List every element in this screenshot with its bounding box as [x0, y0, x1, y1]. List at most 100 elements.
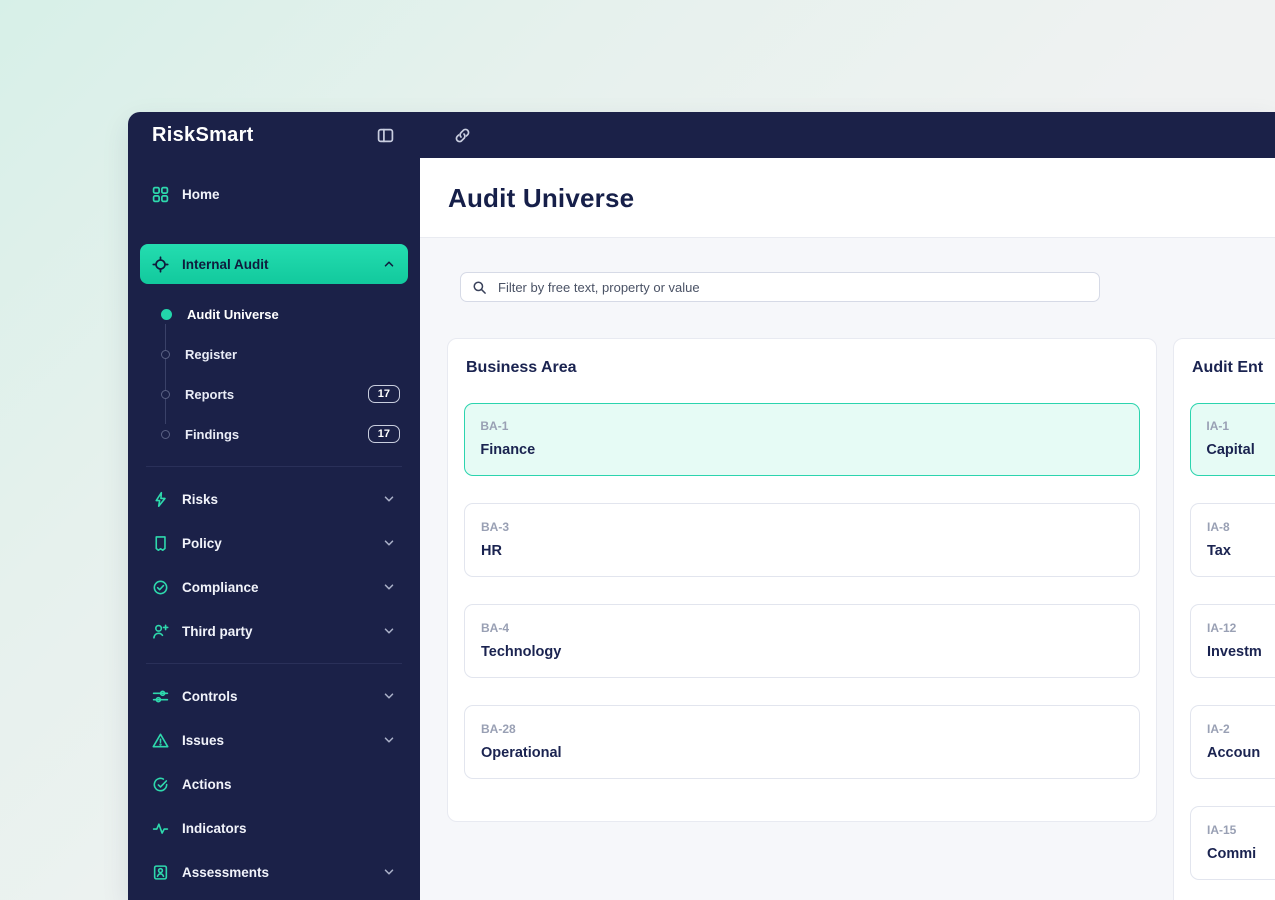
- kanban-columns: Business Area BA-1 Finance BA-3 HR BA-4 …: [447, 338, 1275, 900]
- sidebar-item-label: Policy: [182, 535, 222, 551]
- third-party-icon: [152, 623, 169, 640]
- sidebar-item-indicators[interactable]: Indicators: [140, 808, 408, 848]
- chevron-down-icon: [382, 865, 396, 879]
- chevron-down-icon: [382, 733, 396, 747]
- assessments-icon: [152, 864, 169, 881]
- compliance-icon: [152, 579, 169, 596]
- card-ba-3[interactable]: BA-3 HR: [464, 502, 1140, 577]
- card-ia-15[interactable]: IA-15 Commi: [1190, 805, 1275, 880]
- sidebar-item-assessments[interactable]: Assessments: [140, 852, 408, 892]
- sidebar-item-label: Actions: [182, 776, 232, 792]
- sidebar-subitem-reports[interactable]: Reports 17: [140, 374, 408, 414]
- sidebar-item-actions[interactable]: Actions: [140, 764, 408, 804]
- card-id: BA-3: [481, 519, 510, 534]
- count-badge: 17: [367, 425, 400, 443]
- sidebar-item-home[interactable]: Home: [140, 174, 408, 214]
- card-ba-4[interactable]: BA-4 Technology: [464, 603, 1140, 678]
- chevron-up-icon: [382, 257, 396, 271]
- page-title: Audit Universe: [448, 183, 635, 213]
- card-id: IA-2: [1207, 721, 1230, 736]
- policy-icon: [152, 535, 169, 552]
- sidebar-item-label: Home: [182, 186, 220, 202]
- card-name: Finance: [480, 442, 536, 459]
- main-panel: Audit Universe Business Area BA-1: [420, 158, 1275, 900]
- sidebar-item-label: Compliance: [182, 579, 259, 595]
- link-icon[interactable]: [454, 127, 471, 144]
- card-ia-12[interactable]: IA-12 Investm: [1190, 603, 1275, 678]
- chevron-down-icon: [382, 689, 396, 703]
- page-header: Audit Universe: [420, 158, 1275, 238]
- tree-dot-icon: [161, 389, 170, 399]
- sidebar-subitem-findings[interactable]: Findings 17: [140, 414, 408, 454]
- sidebar-item-issues[interactable]: Issues: [140, 720, 408, 760]
- card-name: Operational: [481, 744, 562, 761]
- card-name: HR: [481, 542, 502, 559]
- sidebar-item-compliance[interactable]: Compliance: [140, 567, 408, 607]
- count-badge: 17: [367, 385, 400, 403]
- chevron-down-icon: [382, 492, 396, 506]
- indicators-icon: [152, 820, 169, 837]
- sidebar-item-label: Issues: [182, 732, 225, 748]
- sidebar-item-label: Risks: [182, 491, 219, 507]
- card-ia-8[interactable]: IA-8 Tax: [1190, 502, 1275, 577]
- sidebar-item-policy[interactable]: Policy: [140, 523, 408, 563]
- sidebar: Home Internal Audit Audit Universe Regis…: [128, 158, 420, 900]
- sidebar-subitem-register[interactable]: Register: [140, 334, 408, 374]
- subitem-label: Reports: [185, 386, 235, 402]
- column-title: Business Area: [466, 359, 577, 376]
- sidebar-item-controls[interactable]: Controls: [140, 676, 408, 716]
- subitem-label: Audit Universe: [187, 306, 279, 322]
- card-id: IA-1: [1206, 419, 1230, 434]
- page-content: Business Area BA-1 Finance BA-3 HR BA-4 …: [420, 238, 1275, 900]
- card-id: IA-8: [1207, 519, 1230, 534]
- tree-dot-icon: [161, 429, 170, 439]
- search-icon: [472, 280, 487, 295]
- column-audit-entities: Audit Ent IA-1 Capital IA-8 Tax IA-12 In…: [1173, 338, 1275, 900]
- tree-dot-icon: [161, 349, 170, 359]
- issues-icon: [152, 732, 169, 749]
- sidebar-divider: [146, 663, 402, 664]
- card-ia-2[interactable]: IA-2 Accoun: [1190, 704, 1275, 779]
- card-name: Capital: [1206, 442, 1255, 459]
- card-name: Investm: [1207, 643, 1262, 660]
- sidebar-item-label: Controls: [182, 688, 238, 704]
- sidebar-item-label: Third party: [182, 623, 253, 639]
- sidebar-item-label: Assessments: [182, 864, 270, 880]
- card-name: Tax: [1207, 542, 1231, 559]
- card-id: BA-1: [480, 419, 509, 434]
- card-name: Technology: [481, 643, 562, 660]
- subitem-label: Register: [185, 346, 238, 362]
- sidebar-collapse-icon[interactable]: [377, 127, 394, 144]
- sidebar-item-internal-audit[interactable]: Internal Audit: [140, 244, 408, 284]
- topbar-left: RiskSmart: [128, 124, 420, 147]
- card-id: IA-12: [1207, 620, 1237, 635]
- column-title: Audit Ent: [1192, 359, 1264, 376]
- brand-logo: RiskSmart: [152, 123, 254, 146]
- sidebar-item-risks[interactable]: Risks: [140, 479, 408, 519]
- card-id: IA-15: [1207, 822, 1237, 837]
- home-icon: [152, 186, 169, 203]
- sidebar-subitem-audit-universe[interactable]: Audit Universe: [140, 294, 408, 334]
- app-window: RiskSmart Home Internal Audit Audit Univ…: [128, 112, 1275, 900]
- card-id: BA-28: [481, 721, 516, 736]
- sidebar-divider: [146, 466, 402, 467]
- subitem-label: Findings: [185, 426, 240, 442]
- filter-input[interactable]: [496, 278, 1088, 296]
- sidebar-item-label: Internal Audit: [182, 256, 269, 272]
- actions-icon: [152, 776, 169, 793]
- chevron-down-icon: [382, 580, 396, 594]
- sidebar-item-label: Indicators: [182, 820, 247, 836]
- card-name: Commi: [1207, 845, 1257, 862]
- sidebar-item-third-party[interactable]: Third party: [140, 611, 408, 651]
- chevron-down-icon: [382, 536, 396, 550]
- column-business-area: Business Area BA-1 Finance BA-3 HR BA-4 …: [447, 338, 1157, 822]
- filter-bar: [460, 272, 1100, 302]
- card-ba-28[interactable]: BA-28 Operational: [464, 704, 1140, 779]
- card-ba-1[interactable]: BA-1 Finance: [464, 403, 1140, 476]
- controls-icon: [152, 688, 169, 705]
- card-ia-1[interactable]: IA-1 Capital: [1190, 403, 1275, 476]
- tree-dot-filled-icon: [161, 308, 172, 320]
- internal-audit-submenu: Audit Universe Register Reports 17 Findi…: [140, 294, 408, 454]
- chevron-down-icon: [382, 624, 396, 638]
